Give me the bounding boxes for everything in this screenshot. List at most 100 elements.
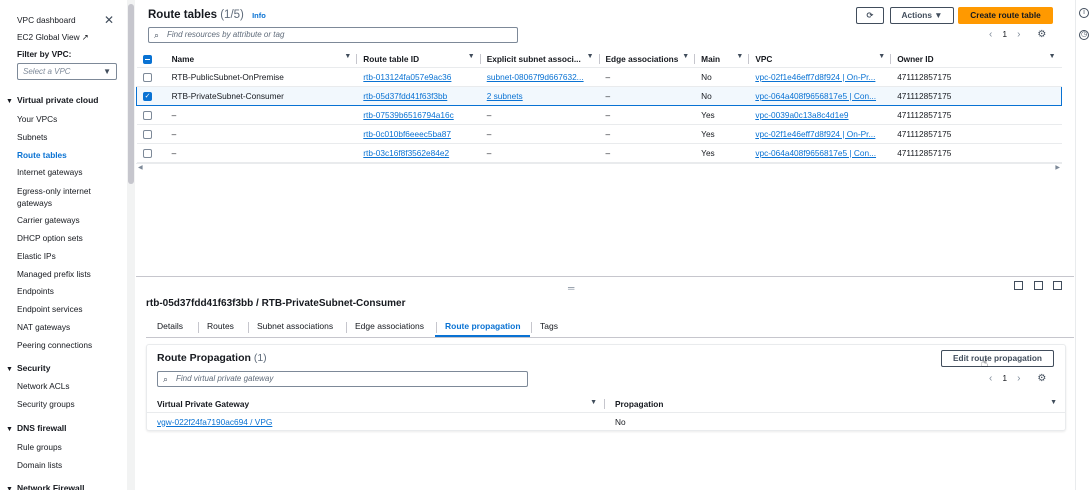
chevron-left-icon[interactable]: ‹ <box>989 29 992 40</box>
sort-caret-icon[interactable]: ▼ <box>587 53 594 60</box>
info-icon[interactable]: i <box>1079 8 1089 18</box>
nav-item[interactable]: NAT gateways <box>17 322 70 332</box>
nav-item[interactable]: DHCP option sets <box>17 233 83 243</box>
nav-item[interactable]: Elastic IPs <box>17 251 56 261</box>
view-bottom-icon[interactable] <box>1014 281 1023 290</box>
column-header[interactable]: Edge associations ▼ <box>599 51 696 68</box>
sidebar-scrollbar[interactable] <box>127 0 135 490</box>
table-row[interactable]: – rtb-07539b6516794a16c – – Yes vpc-0039a0c13… <box>136 105 1062 125</box>
view-full-icon[interactable] <box>1053 281 1062 290</box>
row-checkbox[interactable] <box>142 110 152 120</box>
sort-caret-icon[interactable]: ▼ <box>468 53 475 60</box>
nav-ec2-global-view[interactable]: EC2 Global View ↗ <box>17 32 89 42</box>
cell-id[interactable]: rtb-0c010bf6eeec5ba87 <box>363 129 451 139</box>
table-cell[interactable]: rtb-0c010bf6eeec5ba87 <box>357 124 481 144</box>
refresh-button[interactable]: ⟳ <box>856 7 884 24</box>
nav-item[interactable]: Subnets <box>17 132 47 142</box>
nav-item[interactable]: Carrier gateways <box>17 215 80 225</box>
sort-caret-icon[interactable]: ▼ <box>590 399 597 406</box>
sort-caret-icon[interactable]: ▼ <box>1050 399 1057 406</box>
cell-id[interactable]: rtb-07539b6516794a16c <box>363 110 453 120</box>
nav-item[interactable]: Your VPCs <box>17 114 57 124</box>
cell-id[interactable]: rtb-05d37fdd41f63f3bb <box>363 91 447 101</box>
gear-icon[interactable]: ⚙ <box>1037 29 1046 40</box>
column-header[interactable]: Name ▼ <box>165 51 358 68</box>
nav-item[interactable]: Rule groups <box>17 442 62 452</box>
table-cell[interactable]: rtb-05d37fdd41f63f3bb <box>357 85 481 106</box>
column-header[interactable]: Propagation ▼ <box>605 396 1065 413</box>
scroll-left-icon[interactable]: ◀ <box>138 164 143 171</box>
column-header[interactable]: VPC ▼ <box>749 51 892 68</box>
scrollbar-thumb[interactable] <box>128 4 134 184</box>
table-cell[interactable]: vgw-022f24fa7190ac694 / VPG <box>147 412 605 431</box>
nav-section-1[interactable]: ▼ Security <box>6 363 50 373</box>
row-checkbox[interactable] <box>142 72 152 82</box>
nav-item[interactable]: Egress-only internet gateways <box>17 185 107 209</box>
edit-route-propagation-button[interactable]: Edit route propagation <box>941 350 1054 367</box>
page-number[interactable]: 1 <box>1002 29 1007 39</box>
table-cell[interactable]: vpc-064a408f9656817e5 | Con... <box>749 143 892 163</box>
cell-id[interactable]: rtb-03c16f8f3562e84e2 <box>363 148 449 158</box>
table-cell[interactable]: vpc-02f1e46eff7d8f924 | On-Pr... <box>749 124 892 144</box>
row-checkbox-cell[interactable] <box>136 67 166 87</box>
sort-caret-icon[interactable]: ▼ <box>736 53 743 60</box>
row-checkbox-cell[interactable]: ✓ <box>135 85 166 106</box>
nav-item[interactable]: Peering connections <box>17 340 92 350</box>
nav-section-3[interactable]: ▼ Network Firewall <box>6 483 85 490</box>
sort-caret-icon[interactable]: ▼ <box>878 53 885 60</box>
table-row[interactable]: – rtb-03c16f8f3562e84e2 – – Yes vpc-064a408f9… <box>136 143 1062 163</box>
nav-item[interactable]: Security groups <box>17 399 75 409</box>
scroll-right-icon[interactable]: ▶ <box>1055 164 1060 171</box>
actions-button[interactable]: Actions ▼ <box>890 7 954 24</box>
drag-handle-icon[interactable]: ═ <box>568 283 574 293</box>
chevron-right-icon[interactable]: › <box>1017 29 1020 40</box>
horizontal-scrollbar[interactable]: ◀ ▶ <box>136 163 1062 171</box>
table-cell[interactable]: vpc-064a408f9656817e5 | Con... <box>749 85 892 106</box>
row-checkbox-cell[interactable] <box>136 143 166 163</box>
table-cell[interactable]: subnet-08067f9d667632... <box>480 67 600 87</box>
cell-subnet[interactable]: subnet-08067f9d667632... <box>487 72 584 82</box>
close-icon[interactable]: ✕ <box>104 13 114 27</box>
column-header[interactable]: Owner ID ▼ <box>891 51 1062 68</box>
chevron-right-icon[interactable]: › <box>1017 373 1020 384</box>
table-row[interactable]: ✓ RTB-PrivateSubnet-Consumer rtb-05d37fdd4… <box>135 85 1063 106</box>
tab-2[interactable]: Subnet associations <box>257 321 333 331</box>
page-number[interactable]: 1 <box>1002 373 1007 383</box>
gear-icon[interactable]: ⚙ <box>1037 373 1046 384</box>
table-cell[interactable]: rtb-03c16f8f3562e84e2 <box>357 143 481 163</box>
clock-icon[interactable]: ◷ <box>1079 30 1089 40</box>
nav-vpc-dashboard[interactable]: VPC dashboard <box>17 15 76 25</box>
select-all-checkbox[interactable] <box>142 54 152 64</box>
tab-5[interactable]: Tags <box>540 321 558 331</box>
table-cell[interactable]: rtb-013124fa057e9ac36 <box>357 67 481 87</box>
cell-vpc[interactable]: vpc-064a408f9656817e5 | Con... <box>755 91 876 101</box>
cell-vpc[interactable]: vpc-02f1e46eff7d8f924 | On-Pr... <box>755 129 875 139</box>
chevron-left-icon[interactable]: ‹ <box>989 373 992 384</box>
tab-4[interactable]: Route propagation <box>445 321 521 331</box>
cell-id[interactable]: rtb-013124fa057e9ac36 <box>363 72 451 82</box>
sort-caret-icon[interactable]: ▼ <box>682 53 689 60</box>
nav-item[interactable]: Route tables <box>17 150 67 160</box>
table-cell[interactable]: vpc-02f1e46eff7d8f924 | On-Pr... <box>749 67 892 87</box>
nav-item[interactable]: Endpoint services <box>17 304 83 314</box>
create-route-table-button[interactable]: Create route table <box>958 7 1053 24</box>
nav-section-2[interactable]: ▼ DNS firewall <box>6 423 67 433</box>
sort-caret-icon[interactable]: ▼ <box>1049 53 1056 60</box>
table-row[interactable]: RTB-PublicSubnet-OnPremise rtb-013124fa05… <box>136 67 1062 87</box>
column-header[interactable]: Main ▼ <box>695 51 750 68</box>
route-table-search-input[interactable]: ⌕ Find resources by attribute or tag <box>148 27 518 43</box>
column-header[interactable]: Explicit subnet associ... ▼ <box>480 51 600 68</box>
cell-vpc[interactable]: vpc-02f1e46eff7d8f924 | On-Pr... <box>755 72 875 82</box>
nav-item[interactable]: Domain lists <box>17 460 62 470</box>
tab-3[interactable]: Edge associations <box>355 321 424 331</box>
table-row[interactable]: – rtb-0c010bf6eeec5ba87 – – Yes vpc-02f1e46ef… <box>136 124 1062 144</box>
nav-item[interactable]: Managed prefix lists <box>17 269 91 279</box>
vpc-filter-select[interactable]: Select a VPC ▼ <box>17 63 117 80</box>
row-checkbox-cell[interactable] <box>136 105 166 125</box>
row-checkbox-cell[interactable] <box>136 124 166 144</box>
tab-1[interactable]: Routes <box>207 321 234 331</box>
row-checkbox[interactable] <box>142 129 152 139</box>
column-header[interactable]: Route table ID ▼ <box>357 51 481 68</box>
info-link[interactable]: Info <box>252 11 266 20</box>
row-checkbox[interactable]: ✓ <box>143 91 152 101</box>
